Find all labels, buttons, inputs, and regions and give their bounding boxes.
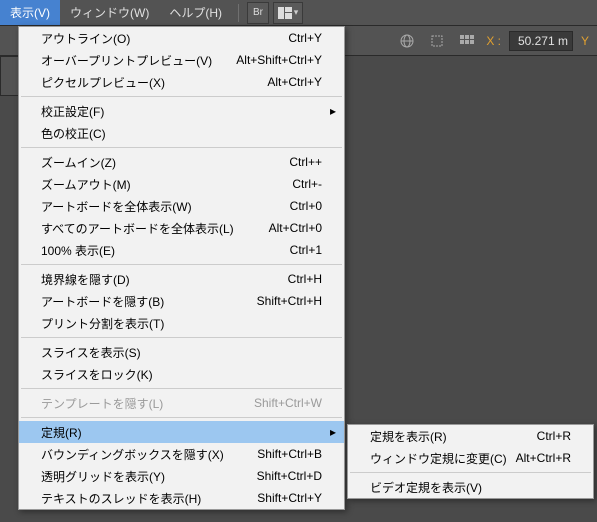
arrange-docs-button[interactable]: ▾: [273, 2, 303, 24]
mi-pixel[interactable]: ピクセルプレビュー(X)Alt+Ctrl+Y: [19, 71, 344, 93]
menu-view[interactable]: 表示(V): [0, 0, 60, 25]
mi-hide-bb[interactable]: バウンディングボックスを隠す(X)Shift+Ctrl+B: [19, 443, 344, 465]
mi-zoom-in-shortcut: Ctrl++: [289, 155, 322, 169]
mi-outline-shortcut: Ctrl+Y: [288, 31, 322, 45]
mi-pixel-label: ピクセルプレビュー(X): [41, 74, 267, 91]
submenu-arrow-icon: ▸: [330, 425, 336, 439]
menu-separator: [21, 96, 342, 97]
mi-show-tgrid-shortcut: Shift+Ctrl+D: [257, 469, 322, 483]
mi-hide-artboards-shortcut: Shift+Ctrl+H: [257, 294, 322, 308]
mi-proof-setup[interactable]: 校正設定(F) ▸: [19, 100, 344, 122]
mi-change-window-rulers-shortcut: Alt+Ctrl+R: [516, 451, 571, 465]
mi-outline-label: アウトライン(O): [41, 30, 288, 47]
mi-hide-template-label: テンプレートを隠す(L): [41, 395, 254, 412]
mi-hide-bb-label: バウンディングボックスを隠す(X): [41, 446, 257, 463]
mi-hide-artboards[interactable]: アートボードを隠す(B)Shift+Ctrl+H: [19, 290, 344, 312]
mi-overprint-shortcut: Alt+Shift+Ctrl+Y: [236, 53, 322, 67]
mi-show-tgrid-label: 透明グリッドを表示(Y): [41, 468, 257, 485]
menu-separator: [350, 472, 591, 473]
mi-proof-colors-label: 色の校正(C): [41, 125, 322, 142]
grid-icon: [459, 34, 475, 48]
mi-actual-size[interactable]: 100% 表示(E)Ctrl+1: [19, 239, 344, 261]
menu-window-label: ウィンドウ(W): [70, 4, 149, 21]
menu-help[interactable]: ヘルプ(H): [159, 0, 232, 25]
mi-fit-artboard-label: アートボードを全体表示(W): [41, 198, 290, 215]
mi-show-rulers[interactable]: 定規を表示(R)Ctrl+R: [348, 425, 593, 447]
mi-fit-artboard-shortcut: Ctrl+0: [290, 199, 322, 213]
menu-separator: [21, 264, 342, 265]
mi-show-threads-shortcut: Shift+Ctrl+Y: [257, 491, 322, 505]
mi-fit-all[interactable]: すべてのアートボードを全体表示(L)Alt+Ctrl+0: [19, 217, 344, 239]
menu-window[interactable]: ウィンドウ(W): [60, 0, 159, 25]
mi-hide-template-shortcut: Shift+Ctrl+W: [254, 396, 322, 410]
bridge-button[interactable]: Br: [247, 2, 269, 24]
mi-show-tgrid[interactable]: 透明グリッドを表示(Y)Shift+Ctrl+D: [19, 465, 344, 487]
menu-view-label: 表示(V): [10, 4, 50, 21]
mi-actual-size-label: 100% 表示(E): [41, 242, 290, 259]
mi-proof-colors[interactable]: 色の校正(C): [19, 122, 344, 144]
mi-show-rulers-label: 定規を表示(R): [370, 428, 537, 445]
mi-hide-edges[interactable]: 境界線を隠す(D)Ctrl+H: [19, 268, 344, 290]
arrange-docs-icon: [278, 7, 292, 19]
menu-help-label: ヘルプ(H): [169, 4, 222, 21]
mi-hide-edges-shortcut: Ctrl+H: [288, 272, 322, 286]
mi-lock-slices-label: スライスをロック(K): [41, 366, 322, 383]
align-icon: [429, 34, 445, 48]
mi-show-rulers-shortcut: Ctrl+R: [537, 429, 571, 443]
mi-show-threads-label: テキストのスレッドを表示(H): [41, 490, 257, 507]
x-coord-field[interactable]: 50.271 m: [509, 31, 573, 51]
bridge-icon: Br: [253, 7, 263, 18]
mi-proof-setup-label: 校正設定(F): [41, 103, 322, 120]
mi-change-window-rulers[interactable]: ウィンドウ定規に変更(C)Alt+Ctrl+R: [348, 447, 593, 469]
web-icon-button[interactable]: [396, 30, 418, 52]
mi-lock-slices[interactable]: スライスをロック(K): [19, 363, 344, 385]
x-coord-value: 50.271 m: [518, 34, 568, 48]
menubar: 表示(V) ウィンドウ(W) ヘルプ(H) Br ▾: [0, 0, 597, 26]
mi-zoom-out-shortcut: Ctrl+-: [292, 177, 322, 191]
mi-fit-all-label: すべてのアートボードを全体表示(L): [41, 220, 269, 237]
mi-fit-all-shortcut: Alt+Ctrl+0: [269, 221, 322, 235]
transform-icon-button[interactable]: [456, 30, 478, 52]
mi-pixel-shortcut: Alt+Ctrl+Y: [267, 75, 322, 89]
mi-hide-bb-shortcut: Shift+Ctrl+B: [257, 447, 322, 461]
y-label: Y: [581, 34, 589, 48]
rulers-submenu: 定規を表示(R)Ctrl+R ウィンドウ定規に変更(C)Alt+Ctrl+R ビ…: [347, 424, 594, 499]
menu-separator: [21, 337, 342, 338]
view-menu-dropdown: アウトライン(O)Ctrl+Y オーバープリントプレビュー(V)Alt+Shif…: [18, 26, 345, 510]
mi-show-slices-label: スライスを表示(S): [41, 344, 322, 361]
mi-outline[interactable]: アウトライン(O)Ctrl+Y: [19, 27, 344, 49]
x-label: X :: [486, 34, 501, 48]
mi-show-video-rulers[interactable]: ビデオ定規を表示(V): [348, 476, 593, 498]
dropdown-icon: ▾: [294, 7, 299, 18]
mi-zoom-out[interactable]: ズームアウト(M)Ctrl+-: [19, 173, 344, 195]
submenu-arrow-icon: ▸: [330, 104, 336, 118]
mi-fit-artboard[interactable]: アートボードを全体表示(W)Ctrl+0: [19, 195, 344, 217]
mi-print-tiling[interactable]: プリント分割を表示(T): [19, 312, 344, 334]
menu-separator: [21, 417, 342, 418]
mi-hide-template: テンプレートを隠す(L)Shift+Ctrl+W: [19, 392, 344, 414]
mi-rulers[interactable]: 定規(R) ▸: [19, 421, 344, 443]
mi-print-tiling-label: プリント分割を表示(T): [41, 315, 322, 332]
mi-show-slices[interactable]: スライスを表示(S): [19, 341, 344, 363]
mi-rulers-label: 定規(R): [41, 424, 322, 441]
mi-zoom-out-label: ズームアウト(M): [41, 176, 292, 193]
mi-change-window-rulers-label: ウィンドウ定規に変更(C): [370, 450, 516, 467]
mi-hide-edges-label: 境界線を隠す(D): [41, 271, 288, 288]
mi-show-threads[interactable]: テキストのスレッドを表示(H)Shift+Ctrl+Y: [19, 487, 344, 509]
mi-zoom-in[interactable]: ズームイン(Z)Ctrl++: [19, 151, 344, 173]
globe-icon: [400, 34, 414, 48]
mi-actual-size-shortcut: Ctrl+1: [290, 243, 322, 257]
mi-zoom-in-label: ズームイン(Z): [41, 154, 289, 171]
mi-show-video-rulers-label: ビデオ定規を表示(V): [370, 479, 571, 496]
mi-overprint[interactable]: オーバープリントプレビュー(V)Alt+Shift+Ctrl+Y: [19, 49, 344, 71]
menu-separator: [21, 388, 342, 389]
align-icon-button[interactable]: [426, 30, 448, 52]
separator: [238, 4, 239, 22]
menu-separator: [21, 147, 342, 148]
mi-overprint-label: オーバープリントプレビュー(V): [41, 52, 236, 69]
mi-hide-artboards-label: アートボードを隠す(B): [41, 293, 257, 310]
